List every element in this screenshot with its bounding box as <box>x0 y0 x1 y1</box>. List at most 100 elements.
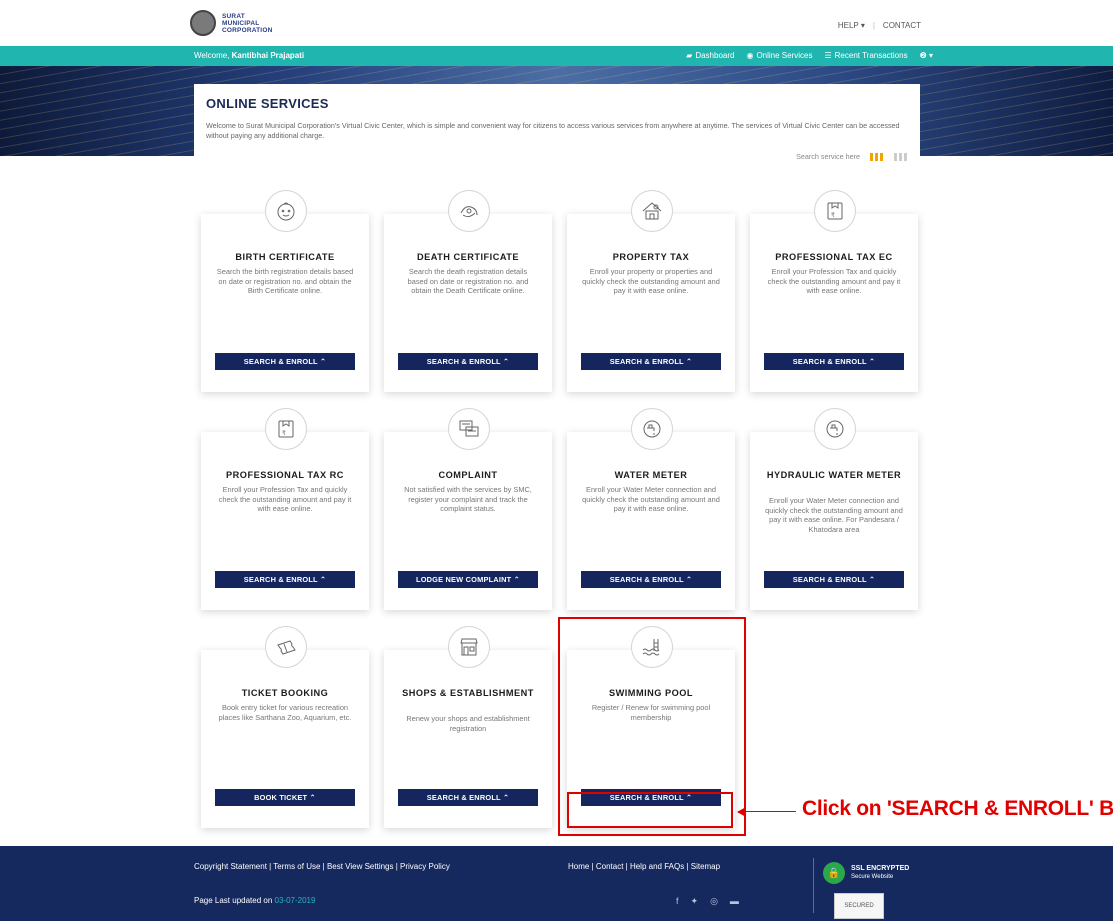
intro-text: Welcome to Surat Municipal Corporation's… <box>206 121 900 140</box>
list-icon: ☰ <box>824 51 832 60</box>
nav-recent-transactions-label: Recent Transactions <box>834 51 908 60</box>
baby-icon <box>265 190 307 232</box>
card-title: TICKET BOOKING <box>241 688 329 698</box>
last-updated: Page Last updated on 03-07-2019 <box>194 896 315 905</box>
footer-links[interactable]: Copyright Statement | Terms of Use | Bes… <box>194 862 494 872</box>
page-title: ONLINE SERVICES <box>206 96 329 111</box>
highlight-search-enroll-button <box>567 792 733 828</box>
ssl-badge: 🔒 SSL ENCRYPTED Secure Website <box>823 862 909 884</box>
svg-text:₹: ₹ <box>831 212 835 219</box>
user-name: Kantibhai Prajapati <box>231 51 305 60</box>
card-complaint: COMPLAINT Not satisfied with the service… <box>384 408 552 610</box>
card-description: Enroll your Profession Tax and quickly c… <box>218 485 352 514</box>
list-view-icon[interactable] <box>894 152 908 161</box>
ssl-title: SSL ENCRYPTED <box>851 865 910 872</box>
card-death-certificate: DEATH CERTIFICATE Search the death regis… <box>384 190 552 392</box>
card-description: Search the death registration details ba… <box>407 267 529 296</box>
card-description: Enroll your property or properties and q… <box>582 267 720 296</box>
logo-line-3: CORPORATION <box>222 26 273 34</box>
social-links: f ✦ ◎ ▬ <box>676 896 739 907</box>
card-professional-tax-rc: ₹ PROFESSIONAL TAX RC Enroll your Profes… <box>201 408 369 610</box>
card-description: Enroll your Profession Tax and quickly c… <box>767 267 901 296</box>
card-description: Search the birth registration details ba… <box>216 267 354 296</box>
contact-link[interactable]: CONTACT <box>883 21 921 30</box>
card-hydraulic-water-meter: HYDRAULIC WATER METER Enroll your Water … <box>750 408 918 610</box>
search-enroll-button[interactable]: SEARCH & ENROLL ⌃ <box>215 571 355 588</box>
profile-menu[interactable]: ❷ ▾ <box>920 51 933 60</box>
grid-view-icon[interactable] <box>870 152 884 161</box>
card-water-meter: WATER METER Enroll your Water Meter conn… <box>567 408 735 610</box>
water-tap-icon <box>631 408 673 450</box>
card-title: WATER METER <box>614 470 688 480</box>
twitter-icon[interactable]: ✦ <box>691 896 699 907</box>
intro-panel: ONLINE SERVICES Welcome to Surat Municip… <box>194 84 920 174</box>
search-enroll-button[interactable]: SEARCH & ENROLL ⌃ <box>581 353 721 370</box>
shop-icon <box>448 626 490 668</box>
card-title: SHOPS & ESTABLISHMENT <box>402 688 534 698</box>
ssl-subtitle: Secure Website <box>851 874 894 880</box>
annotation-label: Click on 'SEARCH & ENROLL' B <box>802 797 1113 820</box>
card-ticket-booking: TICKET BOOKING Book entry ticket for var… <box>201 626 369 828</box>
card-professional-tax-ec: ₹ PROFESSIONAL TAX EC Enroll your Profes… <box>750 190 918 392</box>
welcome-text: Welcome, Kantibhai Prajapati <box>194 51 304 60</box>
search-enroll-button[interactable]: SEARCH & ENROLL ⌃ <box>764 353 904 370</box>
card-title: COMPLAINT <box>438 470 498 480</box>
card-title: DEATH CERTIFICATE <box>416 252 520 262</box>
professional-tax-icon: ₹ <box>814 190 856 232</box>
navbar: Welcome, Kantibhai Prajapati ▰ Dashboard … <box>0 46 1113 66</box>
emblem-icon <box>190 10 216 36</box>
search-enroll-button[interactable]: SEARCH & ENROLL ⌃ <box>398 353 538 370</box>
search-row: Search service here <box>796 152 908 161</box>
help-menu[interactable]: HELP ▾ <box>838 21 865 30</box>
secured-seal[interactable]: SECURED <box>834 893 884 919</box>
logo-line-2: MUNICIPAL <box>222 19 260 27</box>
logo-text: SURAT MUNICIPAL CORPORATION <box>222 13 272 34</box>
card-title: PROPERTY TAX <box>612 252 690 262</box>
lodge-new-complaint-button[interactable]: LODGE NEW COMPLAINT ⌃ <box>398 571 538 588</box>
card-title: PROFESSIONAL TAX RC <box>226 470 344 480</box>
globe-icon: ◉ <box>746 51 754 60</box>
nav-online-services-label: Online Services <box>756 51 813 60</box>
search-enroll-button[interactable]: SEARCH & ENROLL ⌃ <box>398 789 538 806</box>
top-header: SURAT MUNICIPAL CORPORATION HELP ▾ | CON… <box>0 0 1113 46</box>
nav-recent-transactions[interactable]: ☰ Recent Transactions <box>824 51 907 60</box>
card-description: Not satisfied with the services by SMC, … <box>404 485 532 514</box>
card-description: Enroll your Water Meter connection and q… <box>582 485 720 514</box>
smc-logo[interactable]: SURAT MUNICIPAL CORPORATION <box>190 10 272 36</box>
footer: Copyright Statement | Terms of Use | Bes… <box>0 846 1113 921</box>
svg-text:₹: ₹ <box>282 430 286 437</box>
divider: | <box>872 21 875 30</box>
search-enroll-button[interactable]: SEARCH & ENROLL ⌃ <box>215 353 355 370</box>
nav-dashboard-label: Dashboard <box>695 51 735 60</box>
footer-nav-links[interactable]: Home | Contact | Help and FAQs | Sitemap <box>568 862 720 871</box>
house-icon <box>631 190 673 232</box>
card-property-tax: PROPERTY TAX Enroll your property or pro… <box>567 190 735 392</box>
welcome-prefix: Welcome, <box>194 51 230 60</box>
last-updated-date: 03-07-2019 <box>274 896 316 905</box>
card-title: PROFESSIONAL TAX EC <box>775 252 893 262</box>
water-tap-icon <box>814 408 856 450</box>
top-links: HELP ▾ | CONTACT <box>838 21 921 30</box>
complaint-icon <box>448 408 490 450</box>
card-birth-certificate: BIRTH CERTIFICATE Search the birth regis… <box>201 190 369 392</box>
facebook-icon[interactable]: f <box>676 896 679 907</box>
search-enroll-button[interactable]: SEARCH & ENROLL ⌃ <box>764 571 904 588</box>
nav-links: ▰ Dashboard ◉ Online Services ☰ Recent Tran… <box>686 51 933 60</box>
last-updated-label: Page Last updated on <box>194 896 273 905</box>
ssl-text: SSL ENCRYPTED Secure Website <box>851 865 909 881</box>
card-title: HYDRAULIC WATER METER <box>766 470 902 480</box>
dashboard-icon: ▰ <box>686 51 693 60</box>
footer-divider <box>813 858 814 913</box>
annotation-arrow-line <box>738 811 796 812</box>
youtube-icon[interactable]: ▬ <box>730 896 739 907</box>
card-description: Book entry ticket for various recreation… <box>218 703 352 722</box>
ticket-icon <box>265 626 307 668</box>
professional-tax-icon: ₹ <box>265 408 307 450</box>
death-certificate-icon <box>448 190 490 232</box>
search-enroll-button[interactable]: SEARCH & ENROLL ⌃ <box>581 571 721 588</box>
book-ticket-button[interactable]: BOOK TICKET ⌃ <box>215 789 355 806</box>
nav-online-services[interactable]: ◉ Online Services <box>746 51 812 60</box>
search-service-input[interactable]: Search service here <box>796 152 860 161</box>
nav-dashboard[interactable]: ▰ Dashboard <box>686 51 734 60</box>
instagram-icon[interactable]: ◎ <box>710 896 718 907</box>
